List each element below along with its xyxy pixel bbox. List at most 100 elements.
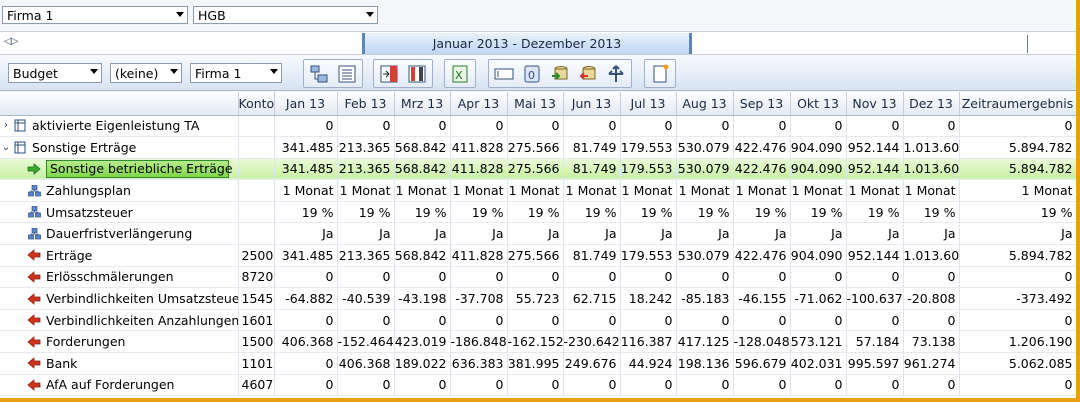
row-name-cell[interactable]: Verbindlichkeiten Anzahlungen — [0, 309, 239, 332]
value-cell[interactable]: 1 Monat — [274, 179, 338, 202]
value-cell[interactable]: 213.365 — [337, 244, 395, 267]
table-row[interactable]: Sonstige betriebliche Erträge 341.485 213.… — [0, 158, 1076, 181]
value-cell[interactable]: 406.368 — [337, 352, 395, 375]
header-period[interactable]: Jan 13 — [274, 92, 338, 116]
value-cell[interactable]: 422.476 — [733, 244, 791, 267]
value-cell[interactable]: 179.553 — [620, 158, 677, 181]
value-cell[interactable]: 904.090 — [790, 136, 847, 159]
value-cell[interactable]: 249.676 — [563, 352, 621, 375]
header-period[interactable]: Zeitraumergebnis — [959, 92, 1076, 116]
table-row[interactable]: Erträge 2500 341.485 213.365 568.842 411.828 2… — [0, 244, 1076, 267]
konto-cell[interactable] — [238, 222, 275, 246]
table-row[interactable]: Bank 1101 0 406.368 189.022 636.383 381.995 249… — [0, 352, 1076, 375]
period-total-cell[interactable]: 5.062.085 — [959, 352, 1076, 375]
value-cell[interactable]: 19 % — [903, 201, 960, 224]
value-cell[interactable]: 0 — [563, 266, 621, 289]
value-cell[interactable]: 530.079 — [676, 158, 734, 181]
value-cell[interactable]: -71.062 — [790, 287, 847, 310]
value-cell[interactable]: 0 — [733, 115, 791, 138]
value-cell[interactable]: 19 % — [846, 201, 904, 224]
timeline-range[interactable]: Januar 2013 - Dezember 2013 — [362, 33, 692, 54]
timeline-marker[interactable] — [1027, 35, 1028, 53]
scenario-dropdown[interactable]: Budget — [8, 63, 102, 83]
value-cell[interactable]: 0 — [790, 374, 847, 397]
columns-button[interactable] — [405, 63, 429, 85]
value-cell[interactable]: 568.842 — [394, 244, 451, 267]
value-cell[interactable]: 81.749 — [563, 136, 621, 159]
period-total-cell[interactable]: 5.894.782 — [959, 158, 1076, 181]
value-cell[interactable]: 0 — [620, 266, 677, 289]
value-cell[interactable]: 1 Monat — [846, 179, 904, 202]
table-row[interactable]: › aktivierte Eigenleistung TA 0 0 0 0 0 0 0 0 0 0 0 0… — [0, 115, 1076, 138]
table-row[interactable]: Verbindlichkeiten Anzahlungen 1601 0 0 0 0 0 0 0… — [0, 309, 1076, 332]
value-cell[interactable]: 1 Monat — [733, 179, 791, 202]
value-cell[interactable]: 952.144 — [846, 244, 904, 267]
period-total-cell[interactable]: 1 Monat — [959, 179, 1076, 202]
value-cell[interactable]: 0 — [394, 115, 451, 138]
value-cell[interactable]: 1 Monat — [450, 179, 508, 202]
value-cell[interactable]: 179.553 — [620, 136, 677, 159]
value-cell[interactable]: 0 — [337, 309, 395, 332]
value-cell[interactable]: 0 — [676, 374, 734, 397]
value-cell[interactable]: 1 Monat — [394, 179, 451, 202]
konto-cell[interactable] — [238, 115, 275, 138]
row-name-cell[interactable]: › aktivierte Eigenleistung TA — [0, 115, 239, 138]
value-cell[interactable]: 0 — [903, 309, 960, 332]
value-cell[interactable]: -162.152 — [507, 330, 564, 354]
value-cell[interactable]: 0 — [790, 115, 847, 138]
value-cell[interactable]: 0 — [450, 266, 508, 289]
row-name-cell[interactable]: Erlösschmälerungen — [0, 266, 239, 289]
value-cell[interactable]: Ja — [790, 222, 847, 246]
value-cell[interactable]: 0 — [846, 309, 904, 332]
value-cell[interactable]: 568.842 — [394, 136, 451, 159]
value-cell[interactable]: 417.125 — [676, 330, 734, 354]
header-name[interactable] — [0, 92, 239, 116]
value-cell[interactable]: 411.828 — [450, 244, 508, 267]
row-name-cell[interactable]: AfA auf Forderungen — [0, 374, 239, 397]
value-cell[interactable]: 952.144 — [846, 136, 904, 159]
value-cell[interactable]: 0 — [337, 266, 395, 289]
list-view-button[interactable] — [335, 63, 359, 85]
value-cell[interactable]: 0 — [507, 374, 564, 397]
header-period[interactable]: Aug 13 — [676, 92, 734, 116]
period-total-cell[interactable]: 0 — [959, 115, 1076, 138]
value-cell[interactable]: 341.485 — [274, 136, 338, 159]
value-cell[interactable]: 0 — [790, 266, 847, 289]
header-period[interactable]: Nov 13 — [846, 92, 904, 116]
konto-cell[interactable]: 1601 — [238, 309, 275, 332]
value-cell[interactable]: Ja — [507, 222, 564, 246]
value-cell[interactable]: -230.642 — [563, 330, 621, 354]
row-name-cell[interactable]: Verbindlichkeiten Umsatzsteuer — [0, 287, 239, 310]
value-cell[interactable]: 422.476 — [733, 136, 791, 159]
value-cell[interactable]: -100.637 — [846, 287, 904, 310]
header-period[interactable]: Jul 13 — [620, 92, 677, 116]
period-total-cell[interactable]: 5.894.782 — [959, 136, 1076, 159]
header-period[interactable]: Sep 13 — [733, 92, 791, 116]
value-cell[interactable]: 0 — [676, 309, 734, 332]
zero-value-button[interactable]: 0 — [520, 63, 544, 85]
value-cell[interactable]: 381.995 — [507, 352, 564, 375]
header-konto[interactable]: Konto — [238, 92, 275, 116]
row-name-cell[interactable]: Forderungen — [0, 330, 239, 354]
row-name-cell[interactable]: ⌄ Sonstige Erträge — [0, 136, 239, 159]
value-cell[interactable]: 341.485 — [274, 244, 338, 267]
value-cell[interactable]: 530.079 — [676, 244, 734, 267]
value-cell[interactable]: 19 % — [337, 201, 395, 224]
value-cell[interactable]: 275.566 — [507, 244, 564, 267]
konto-cell[interactable] — [238, 201, 275, 224]
value-cell[interactable]: 636.383 — [450, 352, 508, 375]
value-cell[interactable]: Ja — [620, 222, 677, 246]
value-cell[interactable]: 0 — [274, 309, 338, 332]
value-cell[interactable]: Ja — [903, 222, 960, 246]
value-cell[interactable]: 0 — [846, 374, 904, 397]
expand-toggle-icon[interactable]: ⌄ — [0, 142, 12, 153]
value-cell[interactable]: 189.022 — [394, 352, 451, 375]
value-cell[interactable]: 1 Monat — [507, 179, 564, 202]
value-cell[interactable]: 0 — [274, 374, 338, 397]
value-cell[interactable]: 116.387 — [620, 330, 677, 354]
value-cell[interactable]: 0 — [790, 309, 847, 332]
value-cell[interactable]: Ja — [274, 222, 338, 246]
period-total-cell[interactable]: -373.492 — [959, 287, 1076, 310]
period-total-cell[interactable]: 19 % — [959, 201, 1076, 224]
value-cell[interactable]: Ja — [733, 222, 791, 246]
